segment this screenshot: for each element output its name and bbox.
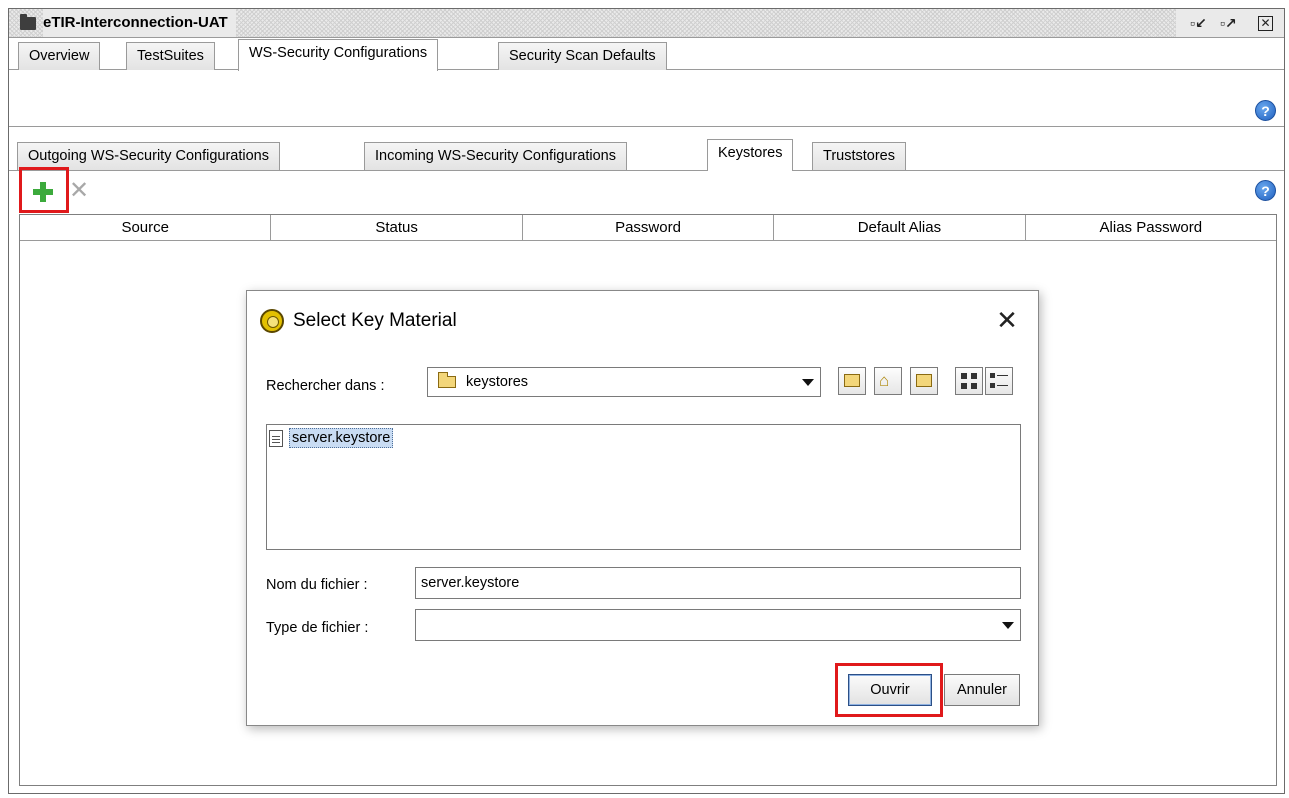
highlight-box [835,663,943,717]
tab-ws-security-configurations[interactable]: WS-Security Configurations [238,39,439,71]
list-view-button[interactable] [955,367,983,395]
filetype-label: Type de fichier : [266,620,369,636]
look-in-label: Rechercher dans : [266,378,385,394]
filetype-select[interactable] [415,609,1021,641]
column-header-source[interactable]: Source [20,215,272,240]
tab-truststores[interactable]: Truststores [812,142,906,170]
app-icon [260,309,284,333]
up-folder-button[interactable] [838,367,866,395]
details-view-icon [990,373,1008,389]
folder-up-icon [844,374,860,387]
filename-label: Nom du fichier : [266,577,368,593]
column-header-default-alias[interactable]: Default Alias [774,215,1026,240]
dialog-title: Select Key Material [293,310,457,331]
title-bar[interactable]: eTIR-Interconnection-UAT ▫↙ ▫↗ ✕ [9,9,1284,38]
file-list[interactable]: server.keystore [266,424,1021,550]
divider [9,126,1284,127]
cancel-button[interactable]: Annuler [944,674,1020,706]
new-folder-icon [916,374,932,387]
home-icon: ⌂ [879,371,890,390]
file-icon [269,429,283,447]
details-view-button[interactable] [985,367,1013,395]
select-key-material-dialog: Select Key Material ✕ Rechercher dans : … [246,290,1039,726]
tab-incoming-ws-security[interactable]: Incoming WS-Security Configurations [364,142,627,170]
chevron-down-icon [1002,622,1014,629]
column-header-status[interactable]: Status [271,215,523,240]
remove-keystore-icon[interactable]: ✕ [69,177,89,205]
tab-testsuites[interactable]: TestSuites [126,42,215,70]
main-tab-bar: Overview TestSuites WS-Security Configur… [9,39,1284,71]
close-icon[interactable]: ✕ [1258,16,1273,31]
look-in-value: keystores [466,374,529,390]
chevron-down-icon [802,379,814,386]
help-icon[interactable]: ? [1255,180,1276,201]
file-name: server.keystore [289,428,394,448]
divider [9,170,1284,171]
list-view-icon [961,373,977,389]
column-header-password[interactable]: Password [522,215,775,240]
tab-security-scan-defaults[interactable]: Security Scan Defaults [498,42,667,70]
look-in-select[interactable]: keystores [427,367,821,397]
window-controls: ▫↙ ▫↗ ✕ [1176,9,1284,37]
list-item[interactable]: server.keystore [269,427,394,449]
filename-input[interactable]: server.keystore [415,567,1021,599]
tab-overview[interactable]: Overview [18,42,101,70]
folder-icon [20,14,36,30]
column-header-alias-password[interactable]: Alias Password [1025,215,1277,240]
help-icon[interactable]: ? [1255,100,1276,121]
tab-outgoing-ws-security[interactable]: Outgoing WS-Security Configurations [17,142,280,170]
minimize-icon[interactable]: ▫↙ [1190,16,1207,30]
folder-icon [438,372,456,388]
highlight-box [19,167,69,213]
table-header: Source Status Password Default Alias Ali… [20,215,1277,241]
maximize-icon[interactable]: ▫↗ [1220,16,1237,30]
tab-keystores[interactable]: Keystores [707,139,794,171]
window-title: eTIR-Interconnection-UAT [43,9,236,37]
home-button[interactable]: ⌂ [874,367,902,395]
close-icon[interactable]: ✕ [992,305,1022,335]
new-folder-button[interactable] [910,367,938,395]
